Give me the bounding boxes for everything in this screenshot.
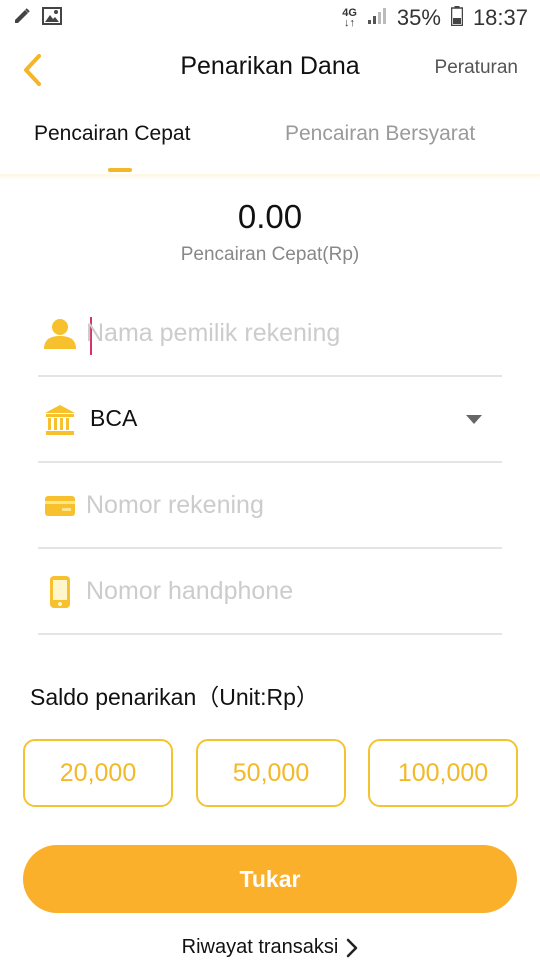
exchange-button[interactable]: Tukar [23, 845, 517, 913]
status-bar-left [12, 6, 62, 31]
account-holder-row [38, 291, 502, 377]
phone-icon [43, 575, 77, 609]
pen-icon [12, 6, 32, 31]
balance-amount: 0.00 [237, 198, 303, 235]
account-number-row [38, 463, 502, 549]
battery-percentage: 35% [396, 5, 441, 30]
network-type: 4G ↓↑ [342, 7, 357, 29]
tab-quick-withdrawal[interactable]: Pencairan Cepat [34, 122, 190, 146]
amount-option-50000[interactable]: 50,000 [196, 739, 346, 807]
tab-conditional-withdrawal[interactable]: Pencairan Bersyarat [285, 122, 475, 146]
phone-number-input[interactable] [86, 571, 486, 611]
withdrawal-amount-label: Saldo penarikan（Unit:Rp） [30, 684, 319, 710]
transaction-history-link[interactable]: Riwayat transaksi [0, 936, 540, 959]
signal-icon [367, 7, 387, 30]
bank-select-row[interactable]: BCA [38, 377, 502, 463]
selected-bank: BCA [90, 405, 138, 431]
status-bar: 4G ↓↑ 35% 18:37 [0, 0, 540, 36]
withdrawal-tabs: Pencairan Cepat Pencairan Bersyarat [0, 110, 540, 174]
user-icon [43, 317, 77, 351]
active-tab-indicator [108, 168, 132, 172]
tabs-divider [0, 174, 540, 180]
account-number-input[interactable] [86, 485, 486, 525]
battery-icon [450, 5, 464, 31]
rules-link[interactable]: Peraturan [435, 57, 518, 79]
transaction-history-label: Riwayat transaksi [181, 936, 339, 958]
amount-option-100000[interactable]: 100,000 [368, 739, 518, 807]
caret-down-icon [466, 415, 482, 424]
account-holder-input[interactable] [86, 313, 486, 353]
clock: 18:37 [472, 5, 528, 30]
app-header: Penarikan Dana Peraturan [0, 40, 540, 100]
amount-option-20000[interactable]: 20,000 [23, 739, 173, 807]
card-icon [43, 489, 77, 523]
bank-icon [43, 403, 77, 437]
chevron-right-icon [347, 938, 358, 957]
balance-label: Pencairan Cepat(Rp) [180, 244, 360, 265]
withdrawal-screen: 4G ↓↑ 35% 18:37 Penarikan Dana Peraturan… [0, 0, 540, 960]
image-icon [42, 6, 62, 30]
status-bar-right: 4G ↓↑ 35% 18:37 [342, 5, 528, 31]
phone-number-row [38, 549, 502, 635]
